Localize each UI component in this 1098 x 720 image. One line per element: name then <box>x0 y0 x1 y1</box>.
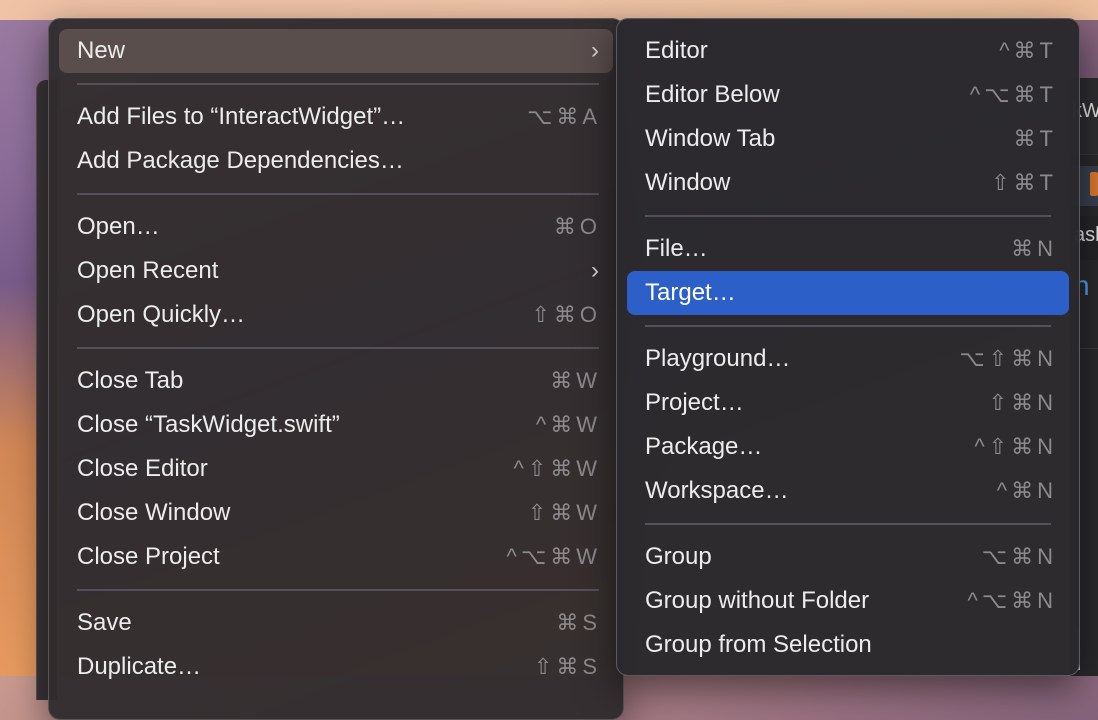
menu-item-label: Group from Selection <box>645 631 872 658</box>
submenu-item-package[interactable]: Package… ^⇧⌘N <box>627 425 1069 469</box>
submenu-item-window-tab[interactable]: Window Tab ⌘T <box>627 117 1069 161</box>
menu-item-shortcut: ⌥⇧⌘N <box>959 346 1057 371</box>
menu-item-shortcut: ⌘S <box>556 610 601 635</box>
menu-item-shortcut: ^⌘W <box>535 412 601 437</box>
submenu-item-group[interactable]: Group ⌥⌘N <box>627 535 1069 579</box>
menu-item-new[interactable]: New › <box>59 29 613 73</box>
submenu-item-workspace[interactable]: Workspace… ^⌘N <box>627 469 1069 513</box>
menu-item-shortcut: ^⇧⌘N <box>974 434 1057 459</box>
menu-item-open-recent[interactable]: Open Recent › <box>59 249 613 293</box>
swift-file-icon <box>1090 172 1098 196</box>
menu-item-label: Window Tab <box>645 125 776 152</box>
menu-item-shortcut: ⌘W <box>550 368 601 393</box>
menu-item-label: File… <box>645 235 708 262</box>
menu-item-label: Project… <box>645 389 744 416</box>
menu-item-shortcut: ⌘O <box>553 214 601 239</box>
menu-item-label: Open… <box>77 213 160 240</box>
menu-item-label: Editor <box>645 37 708 64</box>
new-submenu: Editor ^⌘T Editor Below ^⌥⌘T Window Tab … <box>616 18 1080 676</box>
menu-separator <box>77 347 599 349</box>
menu-item-label: Workspace… <box>645 477 789 504</box>
submenu-item-file[interactable]: File… ⌘N <box>627 227 1069 271</box>
menu-item-label: Duplicate… <box>77 653 202 680</box>
menu-item-add-package-dependencies[interactable]: Add Package Dependencies… <box>59 139 613 183</box>
menu-item-label: Editor Below <box>645 81 780 108</box>
menu-item-add-files[interactable]: Add Files to “InteractWidget”… ⌥⌘A <box>59 95 613 139</box>
submenu-item-editor[interactable]: Editor ^⌘T <box>627 29 1069 73</box>
menu-item-save[interactable]: Save ⌘S <box>59 601 613 645</box>
submenu-item-editor-below[interactable]: Editor Below ^⌥⌘T <box>627 73 1069 117</box>
menu-separator <box>77 193 599 195</box>
menu-item-label: Window <box>645 169 731 196</box>
submenu-item-window[interactable]: Window ⇧⌘T <box>627 161 1069 205</box>
menu-item-shortcut: ⇧⌘T <box>991 170 1057 195</box>
submenu-item-project[interactable]: Project… ⇧⌘N <box>627 381 1069 425</box>
menu-item-label: Group <box>645 543 712 570</box>
menu-item-shortcut: ^⇧⌘W <box>513 456 601 481</box>
menu-separator <box>645 215 1051 217</box>
menu-item-label: Open Recent <box>77 257 219 284</box>
menu-item-shortcut: ⇧⌘S <box>533 654 601 679</box>
menu-item-close-tab[interactable]: Close Tab ⌘W <box>59 359 613 403</box>
menu-item-shortcut: ^⌘N <box>996 478 1057 503</box>
submenu-item-target[interactable]: Target… <box>627 271 1069 315</box>
menu-item-close-file[interactable]: Close “TaskWidget.swift” ^⌘W <box>59 403 613 447</box>
submenu-item-group-from-selection[interactable]: Group from Selection <box>627 623 1069 667</box>
menu-item-label: Group without Folder <box>645 587 870 614</box>
menu-item-label: Close Editor <box>77 455 208 482</box>
menu-item-label: New <box>77 37 126 64</box>
menu-item-label: Add Files to “InteractWidget”… <box>77 103 406 130</box>
menu-item-shortcut: ⌥⌘N <box>981 544 1057 569</box>
submenu-item-playground[interactable]: Playground… ⌥⇧⌘N <box>627 337 1069 381</box>
menu-separator <box>77 83 599 85</box>
menu-item-label: Close Window <box>77 499 231 526</box>
menu-item-label: Target… <box>645 279 736 306</box>
menu-item-label: Package… <box>645 433 763 460</box>
menu-item-shortcut: ⇧⌘W <box>527 500 601 525</box>
menu-item-open[interactable]: Open… ⌘O <box>59 205 613 249</box>
menu-item-shortcut: ^⌥⌘N <box>967 588 1057 613</box>
menu-item-label: Close Project <box>77 543 220 570</box>
menu-item-close-project[interactable]: Close Project ^⌥⌘W <box>59 535 613 579</box>
menu-item-label: Playground… <box>645 345 791 372</box>
menu-item-duplicate[interactable]: Duplicate… ⇧⌘S <box>59 645 613 689</box>
menu-item-shortcut: ^⌘T <box>999 38 1057 63</box>
menu-item-shortcut: ⌥⌘A <box>526 104 601 129</box>
menu-separator <box>645 523 1051 525</box>
menu-item-shortcut: ⌘T <box>1013 126 1057 151</box>
menu-item-shortcut: ⇧⌘N <box>988 390 1057 415</box>
menu-item-shortcut: ^⌥⌘W <box>506 544 601 569</box>
menu-item-label: Close Tab <box>77 367 184 394</box>
submenu-item-group-without-folder[interactable]: Group without Folder ^⌥⌘N <box>627 579 1069 623</box>
desktop-wallpaper-top <box>0 0 1098 20</box>
menu-item-shortcut: ⇧⌘O <box>531 302 601 327</box>
chevron-right-icon: › <box>591 37 599 64</box>
menu-item-open-quickly[interactable]: Open Quickly… ⇧⌘O <box>59 293 613 337</box>
menu-item-label: Add Package Dependencies… <box>77 147 404 174</box>
menu-item-label: Save <box>77 609 132 636</box>
menu-item-label: Open Quickly… <box>77 301 246 328</box>
menu-item-close-window[interactable]: Close Window ⇧⌘W <box>59 491 613 535</box>
menu-item-shortcut: ^⌥⌘T <box>969 82 1057 107</box>
file-menu: New › Add Files to “InteractWidget”… ⌥⌘A… <box>48 18 624 720</box>
chevron-right-icon: › <box>591 257 599 284</box>
menu-separator <box>645 325 1051 327</box>
menu-item-label: Close “TaskWidget.swift” <box>77 411 340 438</box>
menu-item-close-editor[interactable]: Close Editor ^⇧⌘W <box>59 447 613 491</box>
menu-item-shortcut: ⌘N <box>1011 236 1057 261</box>
menu-separator <box>77 589 599 591</box>
